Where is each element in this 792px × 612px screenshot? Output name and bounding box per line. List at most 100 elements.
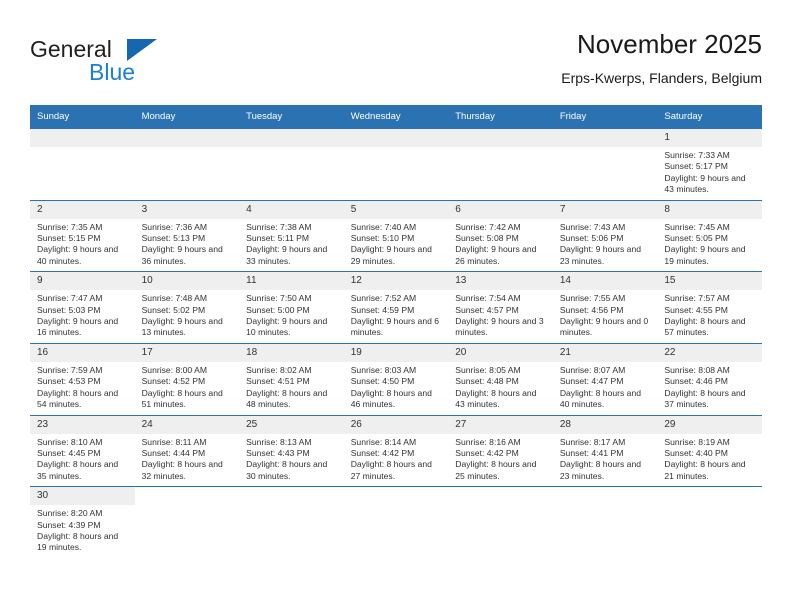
calendar-day-cell[interactable]: 18 Sunrise: 8:02 AM Sunset: 4:51 PM Dayligh…: [239, 342, 344, 415]
calendar-day-cell[interactable]: 2 Sunrise: 7:35 AM Sunset: 5:15 PM Daylight…: [30, 199, 135, 272]
calendar-day-cell[interactable]: 16 Sunrise: 7:59 AM Sunset: 4:53 PM Dayligh…: [30, 342, 135, 415]
sunrise-text: Sunrise: 8:13 AM: [246, 436, 312, 447]
calendar-day-cell[interactable]: 27 Sunrise: 8:16 AM Sunset: 4:42 PM Dayligh…: [448, 414, 553, 487]
day-number: 2: [30, 200, 135, 219]
day-number: 16: [30, 343, 135, 362]
day-number: 9: [30, 272, 135, 291]
sunrise-text: Sunrise: 7:52 AM: [350, 293, 417, 304]
day-number: 7: [552, 200, 658, 219]
daylight-text: Daylight: 9 hours and 29 minutes.: [350, 244, 432, 266]
calendar-day-cell[interactable]: 25 Sunrise: 8:13 AM Sunset: 4:43 PM Dayligh…: [239, 414, 344, 487]
sunrise-text: Sunrise: 7:33 AM: [664, 150, 730, 160]
calendar-day-cell[interactable]: 15 Sunrise: 7:57 AM Sunset: 4:55 PM Dayligh…: [657, 271, 762, 344]
sunset-text: Sunset: 5:17 PM: [664, 161, 728, 172]
calendar-day-cell[interactable]: 3 Sunrise: 7:36 AM Sunset: 5:13 PM Daylight…: [134, 199, 240, 272]
calendar-day-cell[interactable]: 9 Sunrise: 7:47 AM Sunset: 5:03 PM Daylight…: [30, 271, 135, 344]
calendar-day-cell[interactable]: 17 Sunrise: 8:00 AM Sunset: 4:52 PM Dayligh…: [134, 342, 240, 415]
calendar-day-cell[interactable]: 29 Sunrise: 8:19 AM Sunset: 4:40 PM Dayligh…: [657, 414, 762, 487]
calendar-day-cell[interactable]: 26 Sunrise: 8:14 AM Sunset: 4:42 PM Dayligh…: [343, 414, 449, 487]
calendar-day-cell[interactable]: 12 Sunrise: 7:52 AM Sunset: 4:59 PM Dayligh…: [343, 271, 449, 344]
day-number: 14: [552, 272, 658, 291]
day-number: 8: [657, 200, 762, 219]
day-number: 6: [448, 200, 553, 219]
calendar-cell-blank: [134, 129, 240, 201]
calendar-week-row: 30 Sunrise: 8:20 AM Sunset: 4:39 PM Dayligh…: [30, 486, 762, 558]
brand-logo[interactable]: General Blue: [30, 36, 230, 92]
day-number: 30: [30, 487, 135, 506]
calendar-day-cell[interactable]: 21 Sunrise: 8:07 AM Sunset: 4:47 PM Dayligh…: [552, 342, 658, 415]
calendar-day-cell[interactable]: 6 Sunrise: 7:42 AM Sunset: 5:08 PM Daylight…: [448, 199, 553, 272]
calendar-day-cell[interactable]: 24 Sunrise: 8:11 AM Sunset: 4:44 PM Dayligh…: [134, 414, 240, 487]
day-number: 10: [134, 272, 240, 291]
calendar-day-cell[interactable]: 22 Sunrise: 8:08 AM Sunset: 4:46 PM Dayligh…: [657, 342, 762, 415]
day-details: Sunrise: 7:48 AM Sunset: 5:02 PM Daylight:…: [135, 290, 240, 343]
calendar-week-row: 23 Sunrise: 8:10 AM Sunset: 4:45 PM Dayligh…: [30, 414, 762, 487]
sunset-text: Sunset: 4:42 PM: [455, 447, 519, 458]
calendar-day-cell[interactable]: 13 Sunrise: 7:54 AM Sunset: 4:57 PM Dayligh…: [448, 271, 553, 344]
sunset-text: Sunset: 4:43 PM: [246, 447, 310, 458]
sunrise-text: Sunrise: 8:08 AM: [664, 364, 730, 375]
daylight-text: Daylight: 9 hours and 33 minutes.: [246, 244, 328, 266]
calendar-day-cell[interactable]: 14 Sunrise: 7:55 AM Sunset: 4:56 PM Dayligh…: [552, 271, 658, 344]
calendar-day-cell[interactable]: 23 Sunrise: 8:10 AM Sunset: 4:45 PM Dayligh…: [30, 414, 135, 487]
calendar-day-cell[interactable]: 28 Sunrise: 8:17 AM Sunset: 4:41 PM Dayligh…: [552, 414, 658, 487]
day-details: Sunrise: 8:02 AM Sunset: 4:51 PM Daylight:…: [239, 362, 344, 415]
title-block: November 2025 Erps-Kwerps, Flanders, Bel…: [561, 28, 762, 88]
weekday-header-tuesday: Tuesday: [239, 105, 344, 129]
calendar-day-cell[interactable]: 10 Sunrise: 7:48 AM Sunset: 5:02 PM Dayligh…: [134, 271, 240, 344]
day-details: Sunrise: 7:50 AM Sunset: 5:00 PM Daylight:…: [239, 290, 344, 343]
day-details: Sunrise: 7:33 AM Sunset: 5:17 PM Daylight:…: [657, 147, 762, 200]
sunset-text: Sunset: 5:06 PM: [559, 233, 624, 244]
day-number: 27: [448, 415, 553, 434]
sunrise-text: Sunrise: 7:42 AM: [455, 221, 521, 232]
sunrise-text: Sunrise: 7:59 AM: [37, 364, 103, 375]
day-details: Sunrise: 8:05 AM Sunset: 4:48 PM Daylight:…: [448, 362, 553, 415]
day-details: Sunrise: 8:17 AM Sunset: 4:41 PM Daylight:…: [553, 434, 658, 487]
day-number: 22: [657, 343, 762, 362]
sunset-text: Sunset: 5:03 PM: [37, 304, 101, 315]
sunset-text: Sunset: 4:47 PM: [559, 376, 624, 387]
sunset-text: Sunset: 4:42 PM: [350, 447, 415, 458]
daylight-text: Daylight: 8 hours and 27 minutes.: [350, 459, 432, 481]
day-number: 13: [448, 272, 553, 291]
calendar-day-cell[interactable]: 19 Sunrise: 8:03 AM Sunset: 4:50 PM Dayligh…: [343, 342, 449, 415]
sunrise-text: Sunrise: 7:40 AM: [350, 221, 417, 232]
daylight-text: Daylight: 8 hours and 40 minutes.: [559, 387, 642, 410]
sunset-text: Sunset: 5:00 PM: [246, 304, 310, 315]
daylight-text: Daylight: 8 hours and 35 minutes.: [37, 459, 119, 481]
calendar-day-cell[interactable]: 30 Sunrise: 8:20 AM Sunset: 4:39 PM Dayligh…: [30, 486, 135, 558]
weekday-header-saturday: Saturday: [657, 105, 762, 129]
daylight-text: Daylight: 8 hours and 19 minutes.: [37, 530, 119, 553]
weekday-header-monday: Monday: [134, 105, 240, 129]
calendar-header-row: Sunday Monday Tuesday Wednesday Thursday…: [30, 105, 762, 129]
calendar-cell-empty: [239, 486, 344, 558]
calendar-day-cell[interactable]: 5 Sunrise: 7:40 AM Sunset: 5:10 PM Daylight…: [343, 199, 449, 272]
calendar-cell-empty: [448, 486, 553, 558]
sunset-text: Sunset: 4:52 PM: [141, 376, 206, 387]
day-details: Sunrise: 7:57 AM Sunset: 4:55 PM Daylight:…: [657, 290, 762, 343]
day-details: Sunrise: 8:08 AM Sunset: 4:46 PM Daylight:…: [657, 362, 762, 415]
sunset-text: Sunset: 4:51 PM: [246, 376, 310, 387]
sunset-text: Sunset: 4:59 PM: [350, 304, 415, 315]
sunset-text: Sunset: 5:13 PM: [141, 233, 206, 244]
daylight-text: Daylight: 8 hours and 32 minutes.: [141, 459, 223, 481]
calendar-day-cell[interactable]: 11 Sunrise: 7:50 AM Sunset: 5:00 PM Dayligh…: [239, 271, 344, 344]
calendar-day-cell[interactable]: 4 Sunrise: 7:38 AM Sunset: 5:11 PM Daylight…: [239, 199, 344, 272]
calendar-table: Sunday Monday Tuesday Wednesday Thursday…: [30, 105, 762, 558]
daylight-text: Daylight: 8 hours and 46 minutes.: [350, 387, 432, 410]
daylight-text: Daylight: 9 hours and 0 minutes.: [559, 316, 649, 338]
sunset-text: Sunset: 4:50 PM: [350, 376, 415, 387]
day-details: Sunrise: 8:00 AM Sunset: 4:52 PM Daylight:…: [135, 362, 240, 415]
calendar-day-cell[interactable]: 8 Sunrise: 7:45 AM Sunset: 5:05 PM Daylight…: [657, 199, 762, 272]
sunrise-text: Sunrise: 7:38 AM: [246, 221, 312, 232]
calendar-day-cell[interactable]: 1 Sunrise: 7:33 AM Sunset: 5:17 PM Daylight…: [657, 129, 762, 201]
calendar-day-cell[interactable]: 20 Sunrise: 8:05 AM Sunset: 4:48 PM Dayligh…: [448, 342, 553, 415]
sunrise-text: Sunrise: 8:20 AM: [37, 508, 103, 519]
day-number: 25: [239, 415, 344, 434]
day-details: Sunrise: 7:35 AM Sunset: 5:15 PM Daylight:…: [30, 219, 135, 272]
sunrise-text: Sunrise: 8:11 AM: [141, 436, 207, 447]
day-details: Sunrise: 7:55 AM Sunset: 4:56 PM Daylight:…: [553, 290, 658, 343]
calendar-day-cell[interactable]: 7 Sunrise: 7:43 AM Sunset: 5:06 PM Daylight…: [552, 199, 658, 272]
brand-triangle-icon: [127, 39, 157, 61]
daylight-text: Daylight: 8 hours and 30 minutes.: [246, 459, 328, 481]
